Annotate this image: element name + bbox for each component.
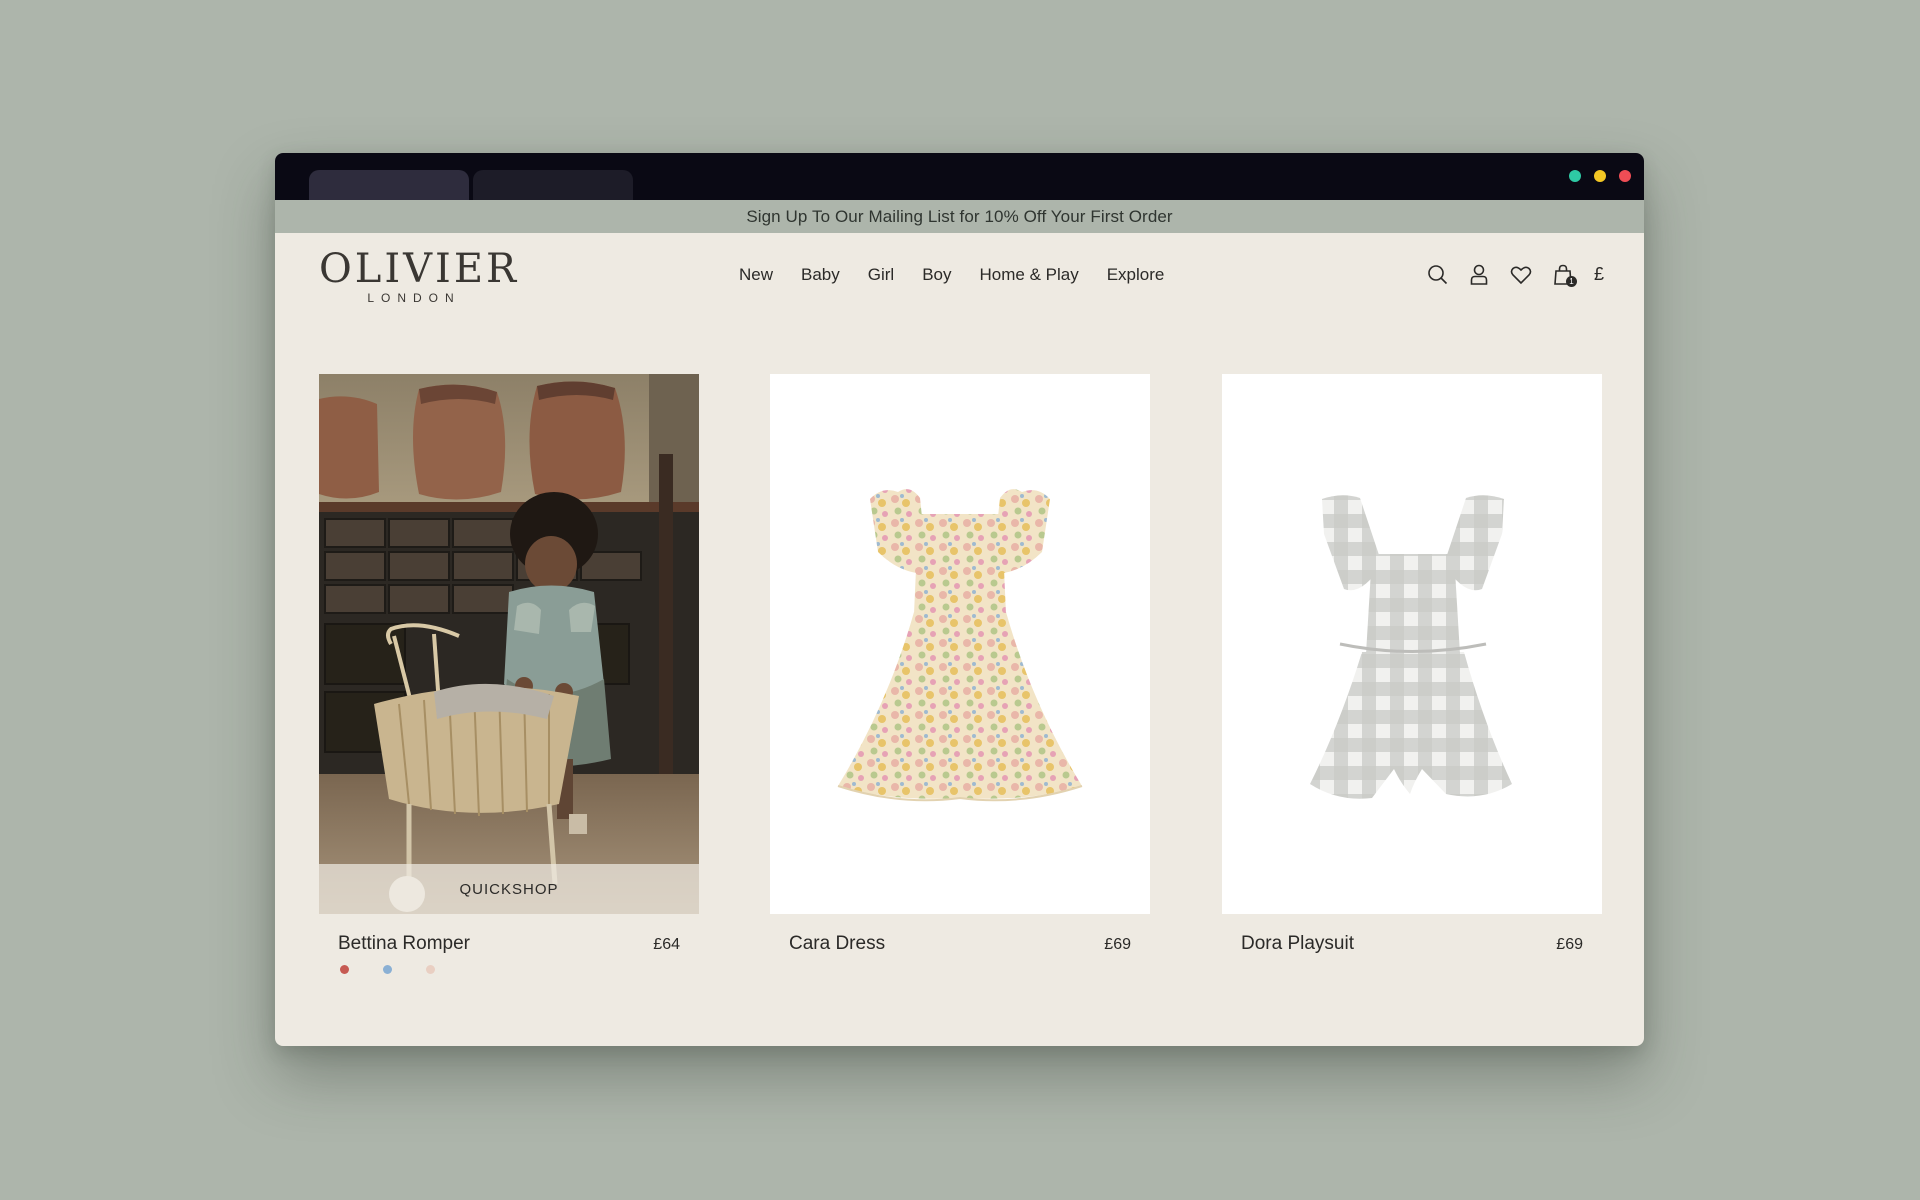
quickshop-button[interactable]: QUICKSHOP [319, 864, 699, 914]
floral-dress-image [837, 489, 1083, 802]
window-controls [1569, 170, 1631, 182]
promo-text[interactable]: Sign Up To Our Mailing List for 10% Off … [746, 207, 1172, 227]
nav-item-baby[interactable]: Baby [801, 265, 840, 285]
nav-item-new[interactable]: New [739, 265, 773, 285]
brand-logo[interactable]: OLIVIER LONDON [319, 246, 520, 305]
window-dot-yellow[interactable] [1594, 170, 1606, 182]
account-icon[interactable] [1468, 263, 1491, 286]
heart-icon[interactable] [1510, 263, 1533, 286]
main-nav: New Baby Girl Boy Home & Play Explore [739, 265, 1192, 285]
site-header: OLIVIER LONDON New Baby Girl Boy Home & … [275, 233, 1644, 323]
gingham-playsuit-image [1310, 495, 1512, 799]
product-meta: Cara Dress £69 [770, 933, 1150, 973]
product-price: £64 [653, 936, 680, 953]
header-actions: 1 £ [1426, 263, 1604, 287]
promo-banner[interactable]: Sign Up To Our Mailing List for 10% Off … [275, 200, 1644, 233]
swatch-pink[interactable] [426, 965, 435, 974]
product-card-dora-playsuit[interactable]: Dora Playsuit £69 [1222, 374, 1602, 973]
product-card-bettina-romper[interactable]: QUICKSHOP Bettina Romper £64 [319, 374, 699, 974]
nav-item-boy[interactable]: Boy [922, 265, 951, 285]
product-price: £69 [1556, 936, 1583, 953]
nav-item-home-play[interactable]: Home & Play [980, 265, 1079, 285]
product-image[interactable] [1222, 374, 1602, 914]
product-image[interactable]: QUICKSHOP [319, 374, 699, 914]
logo-wordmark: OLIVIER [319, 246, 520, 292]
window-dot-red[interactable] [1619, 170, 1631, 182]
product-price: £69 [1104, 936, 1131, 953]
window-dot-green[interactable] [1569, 170, 1581, 182]
nav-item-girl[interactable]: Girl [868, 265, 894, 285]
bag-icon[interactable]: 1 [1552, 263, 1577, 287]
swatch-blue[interactable] [383, 965, 392, 974]
product-name[interactable]: Dora Playsuit [1241, 933, 1354, 955]
nav-item-explore[interactable]: Explore [1107, 265, 1165, 285]
product-card-cara-dress[interactable]: Cara Dress £69 [770, 374, 1150, 973]
product-meta: Dora Playsuit £69 [1222, 933, 1602, 973]
lifestyle-photo [319, 374, 699, 914]
browser-tab[interactable] [473, 170, 633, 200]
bag-count-badge: 1 [1565, 276, 1577, 287]
product-name[interactable]: Bettina Romper [338, 933, 470, 955]
logo-subtitle: LONDON [367, 291, 461, 305]
product-image[interactable] [770, 374, 1150, 914]
color-swatches [340, 965, 435, 974]
swatch-red[interactable] [340, 965, 349, 974]
product-name[interactable]: Cara Dress [789, 933, 885, 955]
browser-titlebar [275, 153, 1644, 200]
product-meta: Bettina Romper £64 [319, 933, 699, 974]
search-icon[interactable] [1426, 263, 1449, 286]
currency-selector[interactable]: £ [1594, 264, 1604, 285]
browser-window: Sign Up To Our Mailing List for 10% Off … [275, 153, 1644, 1046]
browser-tab-active[interactable] [309, 170, 469, 200]
